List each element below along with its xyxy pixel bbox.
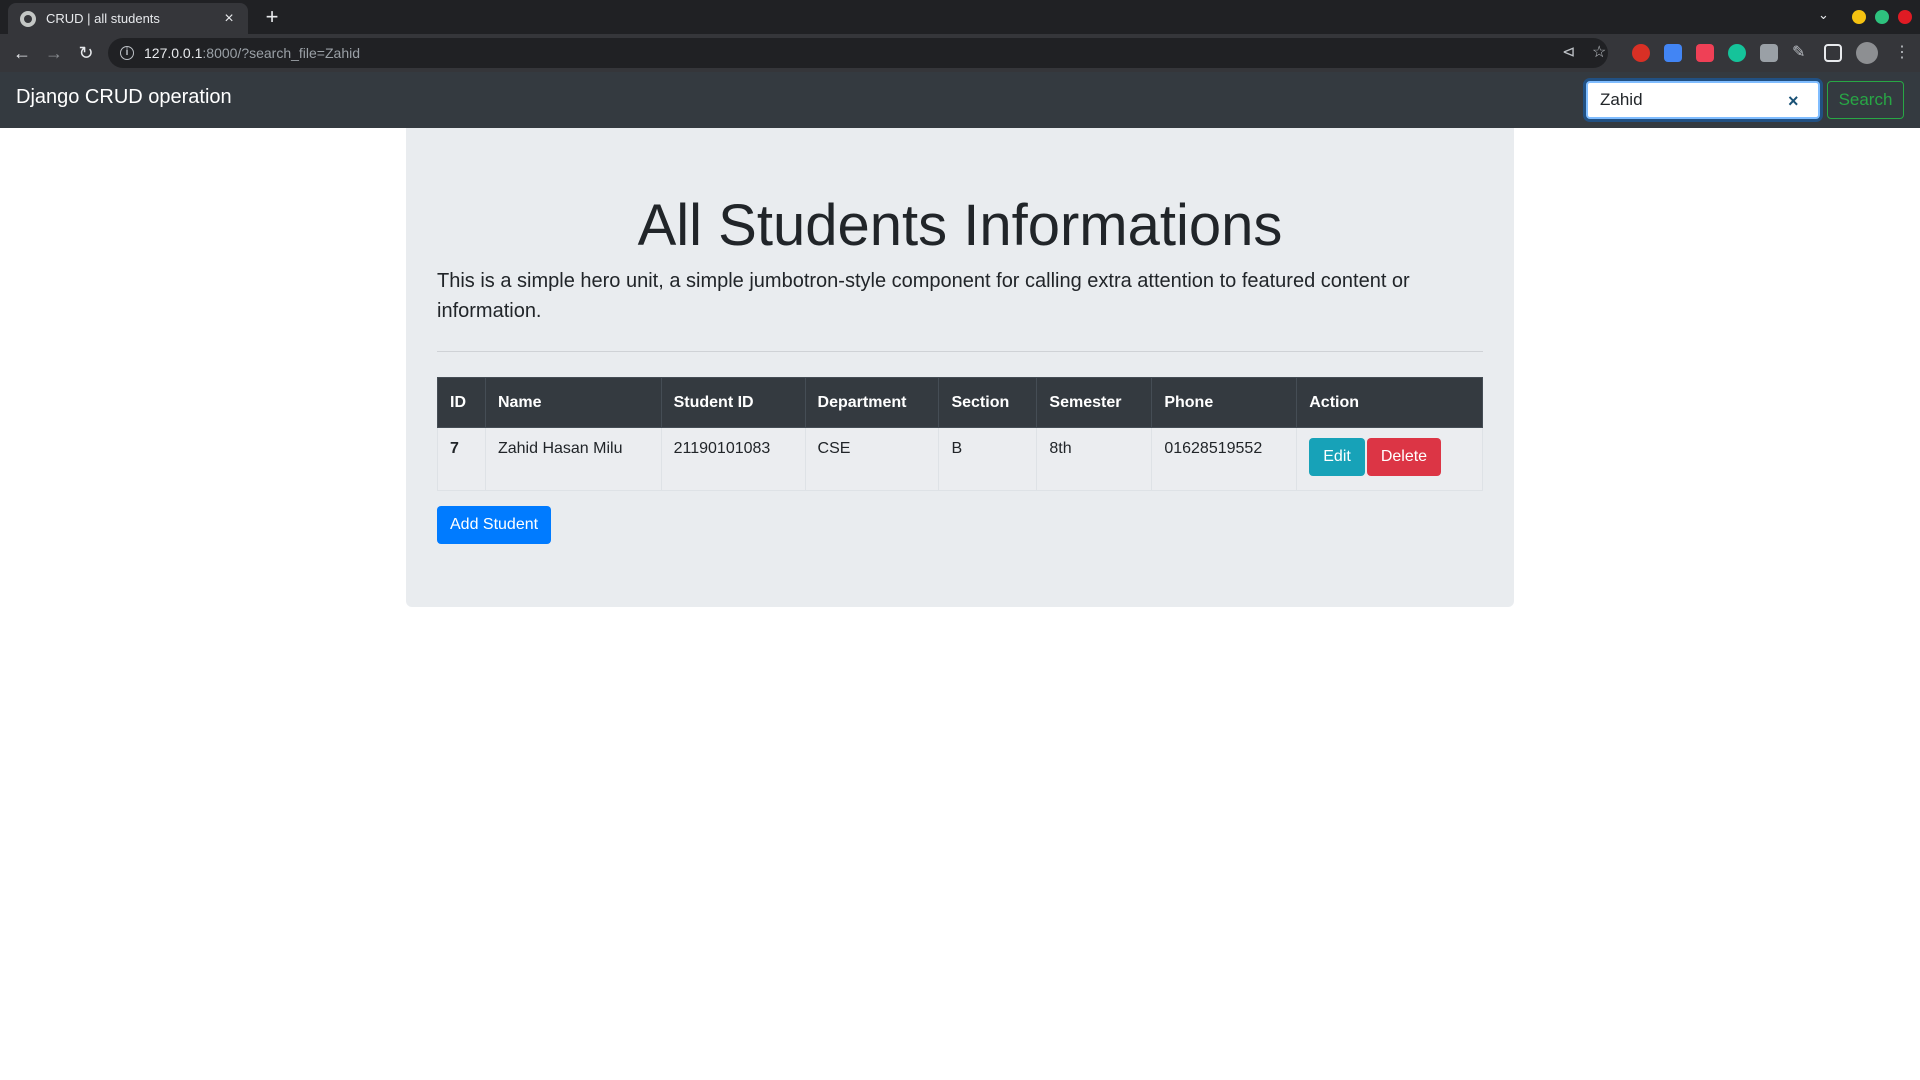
students-table: ID Name Student ID Department Section Se… bbox=[437, 377, 1483, 491]
browser-tab-strip: CRUD | all students × + ⌄ bbox=[0, 0, 1920, 34]
hero-lead-text: This is a simple hero unit, a simple jum… bbox=[437, 270, 1410, 322]
cell-department: CSE bbox=[804, 427, 940, 491]
cell-semester: 8th bbox=[1036, 427, 1153, 491]
search-input[interactable] bbox=[1586, 81, 1820, 119]
screenshot-extension-icon[interactable] bbox=[1760, 44, 1778, 62]
search-button[interactable]: Search bbox=[1827, 81, 1904, 119]
jumbotron: All Students Informations This is a simp… bbox=[406, 128, 1514, 607]
column-header-name: Name bbox=[484, 377, 662, 428]
tab-search-chevron-icon[interactable]: ⌄ bbox=[1818, 7, 1829, 23]
cell-action: Edit Delete bbox=[1296, 427, 1483, 491]
column-header-semester: Semester bbox=[1036, 377, 1153, 428]
url-path: :8000/?search_file=Zahid bbox=[202, 45, 360, 61]
browser-menu-icon[interactable]: ⋮ bbox=[1894, 43, 1910, 63]
column-header-id: ID bbox=[437, 377, 486, 428]
grammar-extension-icon[interactable] bbox=[1728, 44, 1746, 62]
extensions-puzzle-icon[interactable]: ✎ bbox=[1792, 43, 1805, 63]
forward-arrow-icon[interactable]: → bbox=[43, 42, 65, 64]
tab-close-icon[interactable]: × bbox=[220, 10, 238, 28]
delete-button[interactable]: Delete bbox=[1366, 438, 1442, 476]
new-tab-button[interactable]: + bbox=[258, 4, 286, 32]
url-host: 127.0.0.1 bbox=[144, 45, 203, 61]
extension-red-icon[interactable] bbox=[1632, 44, 1650, 62]
close-window-button[interactable] bbox=[1898, 10, 1912, 24]
edit-button[interactable]: Edit bbox=[1309, 438, 1365, 476]
page-title: All Students Informations bbox=[637, 193, 1283, 258]
cell-name: Zahid Hasan Milu bbox=[484, 427, 662, 491]
table-header-row: ID Name Student ID Department Section Se… bbox=[437, 377, 1483, 428]
reload-icon[interactable]: ↻ bbox=[75, 42, 97, 64]
pocket-extension-icon[interactable] bbox=[1696, 44, 1714, 62]
cell-id: 7 bbox=[437, 427, 486, 491]
browser-tab-active[interactable]: CRUD | all students × bbox=[8, 3, 248, 34]
tab-title: CRUD | all students bbox=[46, 11, 160, 26]
column-header-section: Section bbox=[938, 377, 1038, 428]
cell-student-id: 21190101083 bbox=[660, 427, 806, 491]
add-student-button[interactable]: Add Student bbox=[437, 506, 552, 544]
globe-icon bbox=[20, 10, 36, 27]
clear-search-icon[interactable]: × bbox=[1788, 91, 1799, 112]
column-header-phone: Phone bbox=[1151, 377, 1298, 428]
minimize-button[interactable] bbox=[1852, 10, 1866, 24]
bookmark-star-icon[interactable]: ☆ bbox=[1592, 43, 1606, 63]
cell-phone: 01628519552 bbox=[1151, 427, 1298, 491]
cell-section: B bbox=[938, 427, 1038, 491]
column-header-action: Action bbox=[1296, 377, 1483, 428]
divider bbox=[437, 351, 1483, 352]
share-icon[interactable]: ⊲ bbox=[1562, 43, 1575, 63]
site-navbar: Django CRUD operation × Search bbox=[0, 72, 1920, 128]
site-info-icon[interactable]: i bbox=[120, 46, 134, 60]
profile-avatar[interactable] bbox=[1856, 42, 1878, 64]
browser-toolbar: ← → ↻ i 127.0.0.1:8000/?search_file=Zahi… bbox=[0, 34, 1920, 72]
column-header-student-id: Student ID bbox=[660, 377, 806, 428]
table-row: 7 Zahid Hasan Milu 21190101083 CSE B 8th… bbox=[437, 427, 1483, 491]
column-header-department: Department bbox=[804, 377, 940, 428]
maximize-button[interactable] bbox=[1875, 10, 1889, 24]
navbar-brand[interactable]: Django CRUD operation bbox=[16, 86, 232, 109]
address-bar[interactable]: i 127.0.0.1:8000/?search_file=Zahid bbox=[108, 38, 1608, 68]
back-arrow-icon[interactable]: ← bbox=[11, 42, 33, 64]
side-panel-icon[interactable] bbox=[1824, 44, 1842, 62]
translate-extension-icon[interactable] bbox=[1664, 44, 1682, 62]
